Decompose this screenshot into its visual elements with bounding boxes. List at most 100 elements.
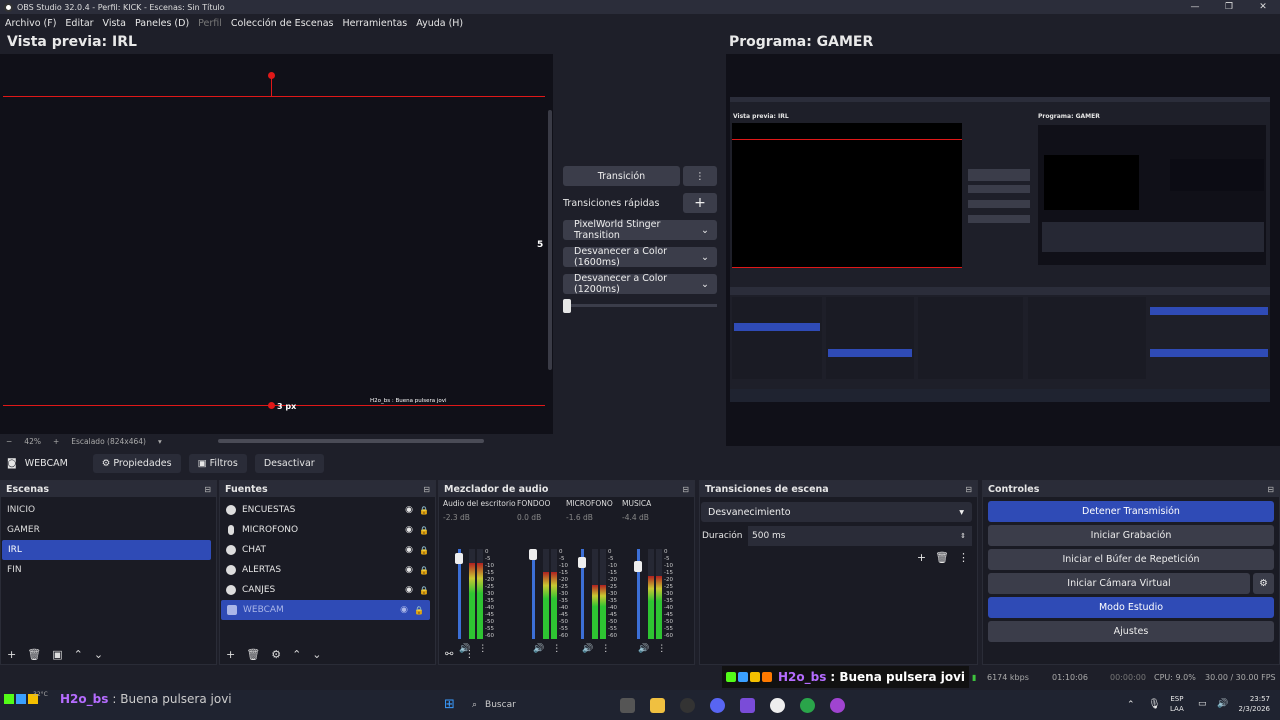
zoom-minus-icon[interactable]: − xyxy=(6,437,12,446)
settings-button[interactable]: Ajustes xyxy=(988,621,1274,642)
scene-filter-icon[interactable]: ▣ xyxy=(52,648,62,661)
studio-mode-button[interactable]: Modo Estudio xyxy=(988,597,1274,618)
undock-icon[interactable]: ⊟ xyxy=(965,485,972,494)
stop-stream-button[interactable]: Detener Transmisión xyxy=(988,501,1274,522)
menu-vista[interactable]: Vista xyxy=(103,18,126,29)
move-up-icon[interactable]: ⌃ xyxy=(74,648,83,661)
source-item-alertas[interactable]: ALERTAS ◉ 🔒 xyxy=(220,560,435,580)
lock-icon[interactable]: 🔒 xyxy=(419,546,429,555)
undock-icon[interactable]: ⊟ xyxy=(204,485,211,494)
fader-knob[interactable] xyxy=(455,553,463,564)
gear-icon[interactable]: ⚙ xyxy=(271,648,281,661)
preview-vscroll[interactable] xyxy=(548,110,552,370)
undock-icon[interactable]: ⊟ xyxy=(1267,485,1274,494)
scene-item-gamer[interactable]: GAMER xyxy=(1,520,216,540)
eye-icon[interactable]: ◉ xyxy=(405,565,413,575)
clock[interactable]: 23:57 2/3/2026 xyxy=(1232,694,1270,714)
transition-more-icon[interactable]: ⋮ xyxy=(683,166,717,186)
scaled-label[interactable]: Escalado (824x464) xyxy=(71,437,146,446)
spin-icon[interactable]: ⇕ xyxy=(960,532,966,540)
transition-select[interactable]: Desvanecimiento ▾ xyxy=(701,502,972,522)
language-indicator[interactable]: ESP LAA xyxy=(1170,694,1184,714)
taskbar-search[interactable]: ⌕ Buscar xyxy=(466,695,616,715)
source-item-webcam[interactable]: WEBCAM ◉ 🔒 xyxy=(221,600,430,620)
add-icon[interactable]: + xyxy=(226,648,235,661)
menu-paneles[interactable]: Paneles (D) xyxy=(135,18,189,29)
app-icon[interactable] xyxy=(830,698,845,713)
quick-transition-1[interactable]: PixelWorld Stinger Transition ⌄ xyxy=(563,219,717,241)
tbar-knob[interactable] xyxy=(563,299,571,313)
microphone-icon[interactable]: 🎙 xyxy=(1148,699,1161,710)
start-record-button[interactable]: Iniciar Grabación xyxy=(988,525,1274,546)
undock-icon[interactable]: ⊟ xyxy=(682,485,689,494)
lock-icon[interactable]: 🔒 xyxy=(419,566,429,575)
quick-transition-3[interactable]: Desvanecer a Color (1200ms) ⌄ xyxy=(563,273,717,295)
tbar-slider[interactable] xyxy=(563,299,717,313)
minimize-icon[interactable]: — xyxy=(1178,0,1212,14)
eye-icon[interactable]: ◉ xyxy=(405,545,413,555)
windows-start-icon[interactable]: ⊞ xyxy=(442,697,457,712)
menu-coleccion[interactable]: Colección de Escenas xyxy=(231,18,334,29)
taskview-icon[interactable] xyxy=(620,698,635,713)
zoom-level[interactable]: 42% xyxy=(24,437,41,446)
fader-knob[interactable] xyxy=(634,561,642,572)
virtual-camera-button[interactable]: Iniciar Cámara Virtual xyxy=(988,573,1250,594)
discord-icon[interactable] xyxy=(710,698,725,713)
volume-icon[interactable]: 🔊 xyxy=(1217,699,1228,709)
close-icon[interactable]: ✕ xyxy=(1246,0,1280,14)
menu-herramientas[interactable]: Herramientas xyxy=(343,18,408,29)
scene-item-inicio[interactable]: INICIO xyxy=(1,500,216,520)
properties-button[interactable]: ⚙ Propiedades xyxy=(92,453,181,473)
obs-icon[interactable] xyxy=(770,698,785,713)
add-quick-transition-icon[interactable]: + xyxy=(683,193,717,213)
scene-item-fin[interactable]: FIN xyxy=(1,560,216,580)
chrome-icon[interactable] xyxy=(800,698,815,713)
zoom-plus-icon[interactable]: + xyxy=(53,437,59,446)
folder-icon[interactable] xyxy=(650,698,665,713)
add-icon[interactable]: + xyxy=(917,551,926,564)
scene-item-irl[interactable]: IRL xyxy=(2,540,211,560)
chatgpt-icon[interactable] xyxy=(680,698,695,713)
network-icon[interactable]: ▭ xyxy=(1198,699,1207,709)
lock-icon[interactable]: 🔒 xyxy=(419,586,429,595)
filters-button[interactable]: ▣ Filtros xyxy=(188,453,247,473)
eye-icon[interactable]: ◉ xyxy=(405,525,413,535)
fader-knob[interactable] xyxy=(529,549,537,560)
link-icon[interactable]: ⚯ xyxy=(445,649,453,660)
gear-icon[interactable]: ⚙ xyxy=(1253,573,1274,594)
eye-icon[interactable]: ◉ xyxy=(405,585,413,595)
menu-ayuda[interactable]: Ayuda (H) xyxy=(416,18,463,29)
maximize-icon[interactable]: ❐ xyxy=(1212,0,1246,14)
menu-archivo[interactable]: Archivo (F) xyxy=(5,18,56,29)
add-icon[interactable]: + xyxy=(7,648,16,661)
source-item-chat[interactable]: CHAT ◉ 🔒 xyxy=(220,540,435,560)
lock-icon[interactable]: 🔒 xyxy=(419,506,429,515)
lock-icon[interactable]: 🔒 xyxy=(419,526,429,535)
chevron-down-icon[interactable]: ▾ xyxy=(158,437,162,446)
move-down-icon[interactable]: ⌄ xyxy=(94,648,103,661)
menu-editar[interactable]: Editar xyxy=(65,18,93,29)
trash-icon[interactable]: 🗑 xyxy=(935,551,949,564)
quick-transition-2[interactable]: Desvanecer a Color (1600ms) ⌄ xyxy=(563,246,717,268)
resize-handle-bottom[interactable] xyxy=(268,402,275,409)
fader-knob[interactable] xyxy=(578,557,586,568)
move-down-icon[interactable]: ⌄ xyxy=(312,648,321,661)
resize-handle-top[interactable] xyxy=(268,72,275,79)
trash-icon[interactable]: 🗑 xyxy=(246,648,260,661)
move-up-icon[interactable]: ⌃ xyxy=(292,648,301,661)
chevron-up-icon[interactable]: ⌃ xyxy=(1127,700,1135,710)
eye-icon[interactable]: ◉ xyxy=(405,505,413,515)
lock-icon[interactable]: 🔒 xyxy=(414,606,424,615)
source-item-canjes[interactable]: CANJES ◉ 🔒 xyxy=(220,580,435,600)
volume-fader[interactable] xyxy=(532,549,535,639)
undock-icon[interactable]: ⊟ xyxy=(423,485,430,494)
replay-buffer-button[interactable]: Iniciar el Búfer de Repetición xyxy=(988,549,1274,570)
eye-icon[interactable]: ◉ xyxy=(400,605,408,615)
app-icon[interactable] xyxy=(740,698,755,713)
preview-panel[interactable]: 5 3 px H2o_bs : Buena pulsera jovi xyxy=(0,54,553,434)
more-icon[interactable]: ⋮ xyxy=(464,649,474,660)
source-item-microfono[interactable]: MICROFONO ◉ 🔒 xyxy=(220,520,435,540)
more-icon[interactable]: ⋮ xyxy=(958,551,969,564)
preview-hscroll[interactable] xyxy=(218,439,484,443)
menu-perfil[interactable]: Perfil xyxy=(198,18,222,29)
